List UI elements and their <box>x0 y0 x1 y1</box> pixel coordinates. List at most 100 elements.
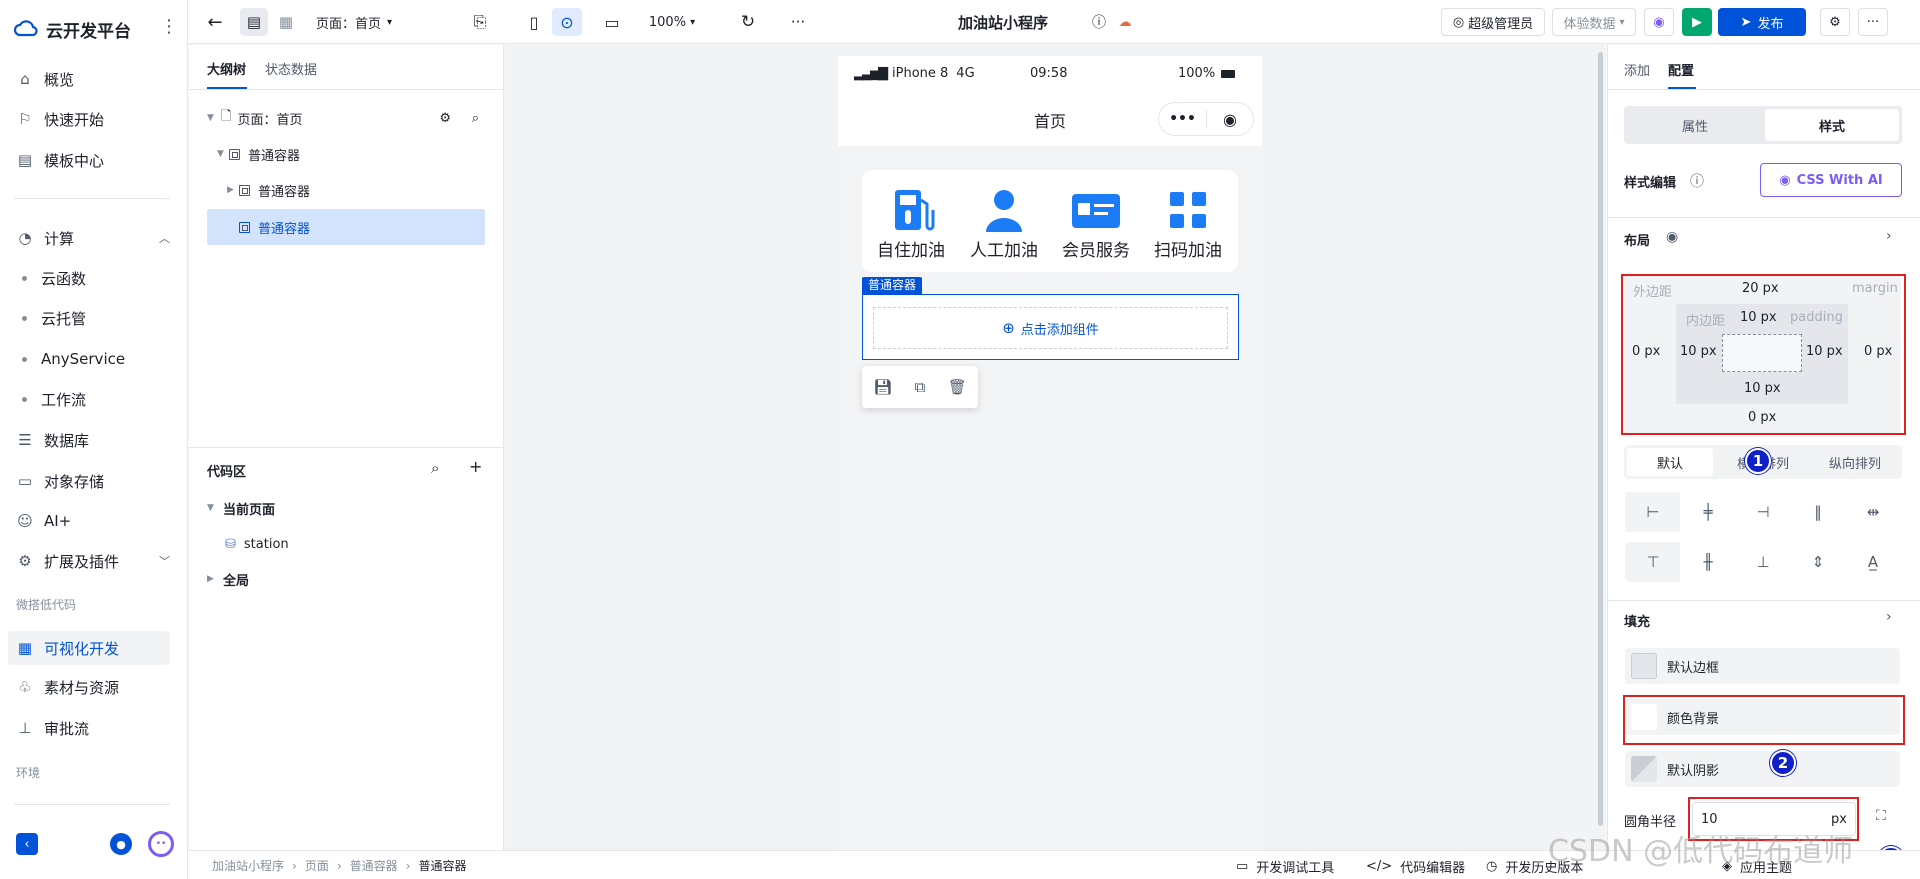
nav-overview[interactable]: ⌂ 概览 <box>14 64 74 94</box>
more-menu-button[interactable]: ··· <box>1858 8 1888 36</box>
page-select[interactable]: 页面：首页 ▾ <box>316 8 416 36</box>
menu-item-self-fuel[interactable]: 自住加油 <box>871 236 951 261</box>
search-icon[interactable]: ⌕ <box>431 459 439 477</box>
nav-storage[interactable]: ▭ 对象存储 <box>14 466 104 496</box>
close-target-icon[interactable]: ◉ <box>1207 110 1253 129</box>
miniprogram-device-icon[interactable]: ⊙ <box>552 8 582 36</box>
menu-item-manual-fuel[interactable]: 人工加油 <box>964 236 1044 261</box>
breadcrumb-current[interactable]: 普通容器 <box>418 857 466 874</box>
align-top-icon[interactable]: ⊤ <box>1625 542 1681 582</box>
nav-approval[interactable]: ⊥ 审批流 <box>14 713 89 743</box>
more-dots-icon[interactable]: ••• <box>1159 111 1206 127</box>
segment-style[interactable]: 样式 <box>1765 109 1899 141</box>
border-default-row[interactable]: 默认边框 <box>1625 648 1900 684</box>
layout-default[interactable]: 默认 <box>1627 448 1713 476</box>
user-avatar-icon[interactable]: ● <box>110 833 132 855</box>
add-icon[interactable]: + <box>469 457 482 476</box>
canvas-scrollbar[interactable] <box>1598 52 1603 826</box>
chevron-right-icon[interactable]: › <box>1886 609 1892 625</box>
copy-icon[interactable]: ⧉ <box>915 378 926 396</box>
admin-role-button[interactable]: ◎ 超级管理员 <box>1441 8 1545 36</box>
align-middle-v-icon[interactable]: ╫ <box>1680 542 1736 582</box>
menu-item-member[interactable]: 会员服务 <box>1056 236 1136 261</box>
tab-state-data[interactable]: 状态数据 <box>265 59 317 78</box>
nav-assets[interactable]: ♧ 素材与资源 <box>14 672 119 702</box>
person-icon <box>964 188 1044 234</box>
code-item-station[interactable]: ⛁ station <box>225 527 503 561</box>
mobile-device-icon[interactable]: ▯ <box>520 8 548 36</box>
refresh-icon[interactable]: ↻ <box>734 8 762 36</box>
settings-icon[interactable]: ⚙ <box>439 111 451 126</box>
chevron-right-icon[interactable]: › <box>1886 228 1892 244</box>
breadcrumb-app[interactable]: 加油站小程序 <box>212 857 284 874</box>
align-bottom-icon[interactable]: ⊥ <box>1735 542 1791 582</box>
collapse-nav-button[interactable]: ‹ <box>16 833 38 855</box>
desktop-device-icon[interactable]: ▭ <box>598 8 626 36</box>
help-icon[interactable]: ⓘ <box>1690 171 1704 191</box>
expand-corners-icon[interactable]: ⛶ <box>1876 808 1886 824</box>
tree-node-page[interactable]: ▼ 🗋 页面：首页 ⚙ ⌕ <box>207 101 485 135</box>
breadcrumb-page[interactable]: 页面 <box>305 857 329 874</box>
nav-anyservice[interactable]: AnyService <box>22 346 125 372</box>
nav-workflow[interactable]: 工作流 <box>22 386 86 412</box>
ai-assistant-icon[interactable]: •• <box>148 831 174 857</box>
nav-cloud-function[interactable]: 云函数 <box>22 265 86 291</box>
align-baseline-icon[interactable]: A̲ <box>1845 542 1901 582</box>
ai-icon[interactable]: ◉ <box>1644 8 1674 36</box>
add-page-icon[interactable]: ⎘ <box>466 8 494 36</box>
settings-gear-icon[interactable]: ⚙ <box>1820 8 1850 36</box>
publish-label: 发布 <box>1757 16 1784 32</box>
info-icon[interactable]: ⓘ <box>1088 8 1110 36</box>
eye-icon[interactable]: ◉ <box>1666 229 1678 245</box>
space-between-v-icon[interactable]: ⇕ <box>1790 542 1846 582</box>
tree-node-container-1[interactable]: ▼ 普通容器 <box>217 137 495 171</box>
back-arrow-icon[interactable]: ← <box>202 8 228 36</box>
publish-button[interactable]: ➤ 发布 <box>1718 8 1806 36</box>
nav-quickstart[interactable]: ⚐ 快速开始 <box>14 104 104 134</box>
tree-node-container-2[interactable]: ▶ 普通容器 <box>227 173 505 207</box>
nav-visual-dev[interactable]: ▦ 可视化开发 <box>14 633 119 663</box>
space-around-h-icon[interactable]: ⇹ <box>1845 492 1901 532</box>
menu-item-scan-fuel[interactable]: 扫码加油 <box>1148 236 1228 261</box>
ai-icon: ◉ <box>1779 172 1791 188</box>
layout-view-icon[interactable]: ▦ <box>272 8 300 36</box>
shadow-default-row[interactable]: 默认阴影 <box>1625 751 1900 787</box>
tree-node-container-3[interactable]: 普通容器 <box>239 210 517 244</box>
nav-extensions[interactable]: ⚙ 扩展及插件 ﹀ <box>14 546 170 576</box>
zoom-select[interactable]: 100% ▾ <box>644 8 700 36</box>
capsule-button[interactable]: ••• ◉ <box>1158 102 1254 136</box>
save-icon[interactable]: 💾︎ <box>873 378 892 396</box>
code-global[interactable]: ▶ 全局 <box>207 562 485 596</box>
breadcrumb-container[interactable]: 普通容器 <box>350 857 398 874</box>
plus-circle-icon: ⊕ <box>1002 319 1015 337</box>
debug-tools-button[interactable]: ▭ 开发调试工具 <box>1236 857 1334 876</box>
layout-vertical[interactable]: 纵向排列 <box>1810 448 1900 476</box>
app-menu-button[interactable]: ⋮ <box>160 16 178 37</box>
nav-templates[interactable]: ▤ 模板中心 <box>14 145 104 175</box>
preview-play-icon[interactable]: ▶ <box>1682 8 1712 36</box>
more-actions-button[interactable]: ··· <box>784 8 812 36</box>
add-component-placeholder[interactable]: ⊕ 点击添加组件 <box>873 307 1228 349</box>
tab-outline-tree[interactable]: 大纲树 <box>207 59 246 78</box>
nav-ai[interactable]: ☺ AI+ <box>14 506 71 536</box>
css-with-ai-button[interactable]: ◉ CSS With AI <box>1760 163 1902 197</box>
space-between-h-icon[interactable]: ‖ <box>1790 492 1846 532</box>
nav-cloud-hosting[interactable]: 云托管 <box>22 305 86 331</box>
nav-database[interactable]: ☰ 数据库 <box>14 425 89 455</box>
delete-icon[interactable]: 🗑︎ <box>948 378 967 396</box>
align-right-icon[interactable]: ⊣ <box>1735 492 1791 532</box>
cloud-sync-icon[interactable]: ☁ <box>1114 8 1136 36</box>
segment-props[interactable]: 属性 <box>1627 109 1763 141</box>
code-editor-button[interactable]: </> 代码编辑器 <box>1366 857 1465 876</box>
page-view-icon[interactable]: ▤ <box>240 8 268 36</box>
tab-add[interactable]: 添加 <box>1624 60 1650 79</box>
search-icon[interactable]: ⌕ <box>472 111 479 126</box>
database-icon: ☰ <box>18 431 32 449</box>
align-center-h-icon[interactable]: ╪ <box>1680 492 1736 532</box>
outline-panel: 大纲树 状态数据 ▼ 🗋 页面：首页 ⚙ ⌕ ▼ 普通容器 ▶ 普通容器 普通容器 代码区… <box>189 45 504 850</box>
data-mode-select[interactable]: 体验数据 ▾ <box>1552 8 1636 36</box>
tab-config[interactable]: 配置 <box>1668 60 1694 79</box>
nav-compute[interactable]: ◔ 计算 ︿ <box>14 223 170 253</box>
code-current-page[interactable]: ▼ 当前页面 <box>207 491 485 525</box>
align-left-icon[interactable]: ⊢ <box>1625 492 1681 532</box>
